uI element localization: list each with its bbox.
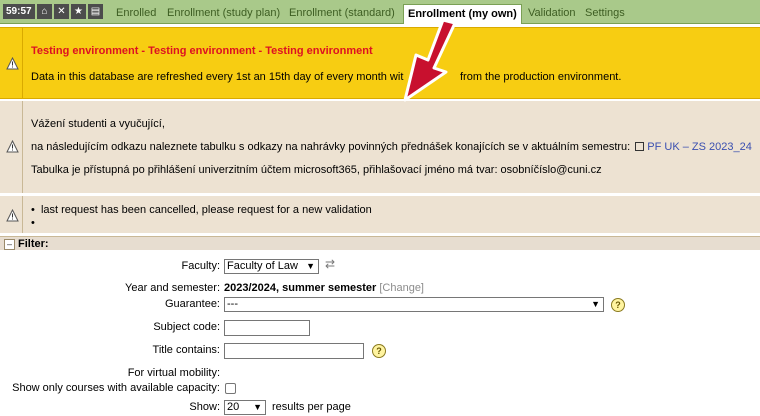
chevron-down-icon: ▼	[591, 299, 600, 309]
change-semester-link[interactable]: [Change]	[379, 282, 424, 294]
warning-icon	[6, 140, 19, 153]
session-timer: 59:57	[3, 4, 35, 19]
swap-icon[interactable]: ⇄	[325, 257, 335, 271]
annotation-arrow-icon	[403, 20, 457, 102]
subject-code-input[interactable]	[224, 320, 310, 336]
title-contains-label: Title contains:	[152, 344, 220, 356]
recordings-line: na následujícím odkazu naleznete tabulku…	[31, 141, 752, 153]
testing-notice-title: Testing environment - Testing environmen…	[31, 45, 373, 57]
tab-enrollment-standard[interactable]: Enrollment (standard)	[289, 6, 395, 23]
chevron-down-icon: ▼	[253, 402, 262, 412]
warning-icon	[6, 57, 19, 70]
home-icon[interactable]: ⌂	[37, 4, 52, 19]
testing-notice-body-end: from the production environment.	[460, 71, 622, 83]
help-icon[interactable]: ?	[611, 298, 625, 312]
recordings-access-info: Tabulka je přístupná po přihlášení unive…	[31, 164, 602, 176]
external-link-icon	[635, 142, 645, 151]
filter-header[interactable]: – Filter:	[0, 236, 760, 250]
guarantee-select[interactable]: --- ▼	[224, 297, 604, 312]
recordings-notice: Vážení studenti a vyučující, na následuj…	[0, 101, 760, 193]
validation-notice: • last request has been cancelled, pleas…	[0, 196, 760, 233]
close-icon[interactable]: ✕	[54, 4, 69, 19]
warning-icon	[6, 209, 19, 222]
results-per-page-suffix: results per page	[272, 401, 351, 413]
show-label: Show:	[189, 401, 220, 413]
year-semester-label: Year and semester:	[125, 282, 220, 294]
tab-enrollment-study-plan[interactable]: Enrollment (study plan)	[167, 6, 280, 23]
chevron-down-icon: ▼	[306, 261, 315, 271]
tab-validation[interactable]: Validation	[528, 6, 576, 23]
print-icon[interactable]: ▤	[88, 4, 103, 19]
star-icon[interactable]: ★	[71, 4, 86, 19]
tab-settings[interactable]: Settings	[585, 6, 625, 23]
help-icon[interactable]: ?	[372, 344, 386, 358]
faculty-label: Faculty:	[181, 260, 220, 272]
validation-notice-item: • last request has been cancelled, pleas…	[31, 204, 372, 216]
recordings-greeting: Vážení studenti a vyučující,	[31, 118, 165, 130]
faculty-select[interactable]: Faculty of Law ▼	[224, 259, 319, 274]
year-semester-value: 2023/2024, summer semester	[224, 282, 377, 294]
collapse-icon[interactable]: –	[4, 239, 15, 250]
recordings-line-text: na následujícím odkazu naleznete tabulku…	[31, 141, 631, 153]
validation-notice-item-empty: •	[31, 217, 35, 229]
title-contains-input[interactable]	[224, 343, 364, 359]
subject-code-label: Subject code:	[153, 321, 220, 333]
available-capacity-checkbox[interactable]	[225, 383, 236, 394]
tab-bar: 59:57 ⌂ ✕ ★ ▤ Enrolled Enrollment (study…	[0, 0, 760, 24]
available-capacity-label: Show only courses with available capacit…	[12, 382, 220, 394]
filter-title: Filter:	[18, 238, 49, 250]
guarantee-label: Guarantee:	[164, 298, 220, 310]
testing-environment-notice: Testing environment - Testing environmen…	[0, 27, 760, 99]
testing-notice-body-start: Data in this database are refreshed ever…	[31, 71, 404, 83]
results-per-page-select[interactable]: 20 ▼	[224, 400, 266, 415]
virtual-mobility-label: For virtual mobility:	[127, 367, 220, 379]
year-semester-row: 2023/2024, summer semester [Change]	[224, 282, 424, 294]
tab-enrolled[interactable]: Enrolled	[116, 6, 156, 23]
recordings-link[interactable]: PF UK – ZS 2023_24	[647, 141, 752, 153]
